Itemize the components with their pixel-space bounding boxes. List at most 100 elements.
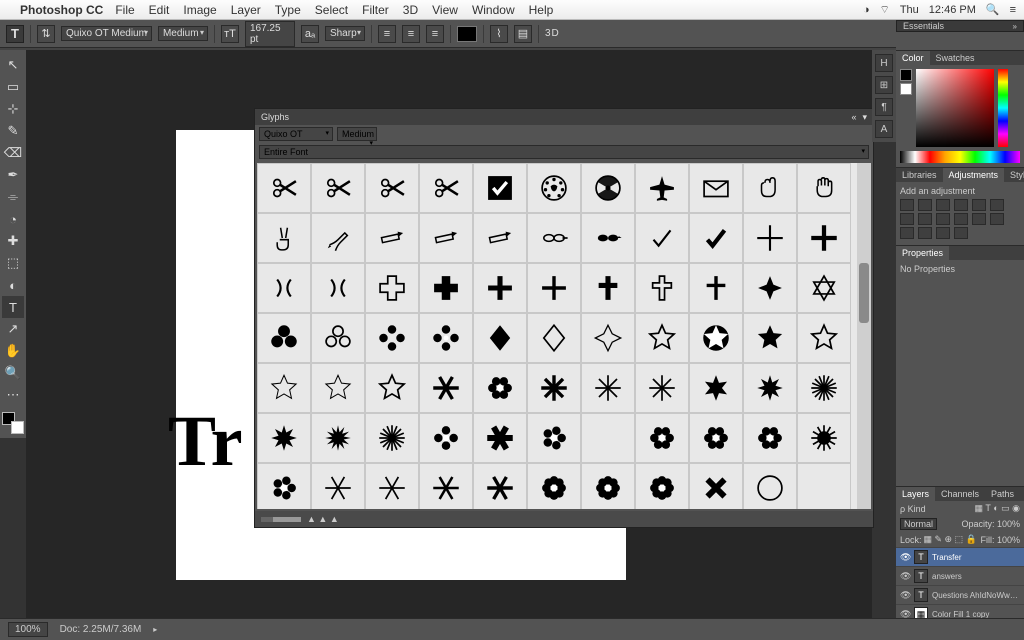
glyph-flower-8[interactable]: [527, 463, 581, 509]
visibility-icon[interactable]: 👁: [900, 571, 910, 582]
glyphs-category-dropdown[interactable]: Entire Font: [259, 145, 869, 159]
glyph-x-heavy[interactable]: [689, 463, 743, 509]
tool-14[interactable]: 🔍: [2, 362, 24, 384]
menu-layer[interactable]: Layer: [231, 3, 261, 17]
search-icon[interactable]: 🔍: [986, 3, 1000, 16]
tab-channels[interactable]: Channels: [935, 487, 985, 501]
app-name[interactable]: Photoshop CC: [20, 3, 103, 17]
tool-8[interactable]: ✚: [2, 230, 24, 252]
tab-layers[interactable]: Layers: [896, 487, 935, 501]
glyph-star-5-outline[interactable]: [635, 313, 689, 363]
glyph-star-5-solid[interactable]: [743, 313, 797, 363]
glyph-star-5-lined-2[interactable]: [311, 363, 365, 413]
glyph-cross-thin[interactable]: [473, 263, 527, 313]
glyph-radiation[interactable]: [581, 163, 635, 213]
tool-13[interactable]: ✋: [2, 340, 24, 362]
layer-row[interactable]: 👁TQuestions AhIdNoWwITh ✪: [896, 585, 1024, 604]
glyph-scissors-solid-2[interactable]: [365, 163, 419, 213]
glyph-club-3[interactable]: [257, 313, 311, 363]
char-panel-icon[interactable]: ▤: [514, 25, 532, 43]
glyph-scissors-dashed[interactable]: [419, 163, 473, 213]
menu-help[interactable]: Help: [529, 3, 554, 17]
glyph-flower-8-round[interactable]: [635, 463, 689, 509]
glyph-club-3-outline[interactable]: [311, 313, 365, 363]
font-toggle-icon[interactable]: ⇅: [37, 25, 55, 43]
menu-filter[interactable]: Filter: [362, 3, 389, 17]
color-ramp[interactable]: [900, 151, 1020, 163]
tool-7[interactable]: ◔: [2, 208, 24, 230]
tool-9[interactable]: ⬚: [2, 252, 24, 274]
glyph-star-of-david[interactable]: [797, 263, 851, 313]
tab-libraries[interactable]: Libraries: [896, 168, 943, 182]
visibility-icon[interactable]: 👁: [900, 552, 910, 563]
tool-10[interactable]: ◐: [2, 274, 24, 296]
glyph-flower-8-solid[interactable]: [581, 463, 635, 509]
glyph-snowflake-2[interactable]: [365, 463, 419, 509]
glyph-diamond-solid[interactable]: [473, 313, 527, 363]
glyph-victory-hand[interactable]: [257, 213, 311, 263]
glyph-airplane[interactable]: [635, 163, 689, 213]
glyph-club-4[interactable]: [365, 313, 419, 363]
glyphs-scrollbar[interactable]: [857, 163, 871, 509]
text-3d-button[interactable]: 3D: [545, 28, 560, 39]
glyph-writing-hand[interactable]: [311, 213, 365, 263]
tool-preset-icon[interactable]: T: [6, 25, 24, 43]
menu-view[interactable]: View: [432, 3, 458, 17]
glyph-star-12[interactable]: [311, 413, 365, 463]
menu-edit[interactable]: Edit: [149, 3, 170, 17]
glyph-x-light[interactable]: [743, 213, 797, 263]
glyph-circle[interactable]: [743, 463, 797, 509]
tool-1[interactable]: ▭: [2, 76, 24, 98]
tool-3[interactable]: ✎: [2, 120, 24, 142]
glyph-scissors-outline[interactable]: [311, 163, 365, 213]
glyph-asterisk-6[interactable]: [419, 363, 473, 413]
glyph-flower-4[interactable]: [419, 413, 473, 463]
glyph-nib-outline[interactable]: [527, 213, 581, 263]
glyph-latin-cross-thin[interactable]: [689, 263, 743, 313]
glyph-pencil-flat[interactable]: [473, 213, 527, 263]
hue-slider[interactable]: [998, 69, 1008, 147]
glyphs-weight-dropdown[interactable]: Medium: [337, 127, 377, 141]
glyph-check-box[interactable]: [473, 163, 527, 213]
color-field[interactable]: [916, 69, 994, 147]
align-left-icon[interactable]: ≡: [378, 25, 396, 43]
canvas-text[interactable]: Tr: [168, 400, 243, 483]
menu-select[interactable]: Select: [315, 3, 348, 17]
glyph-maltese-cross[interactable]: [743, 263, 797, 313]
workspace-switcher[interactable]: Essentials: [896, 20, 1024, 32]
tool-4[interactable]: ⌫: [2, 142, 24, 164]
tool-0[interactable]: ↖: [2, 54, 24, 76]
align-center-icon[interactable]: ≡: [402, 25, 420, 43]
menu-3d[interactable]: 3D: [403, 3, 418, 17]
glyph-asterisk-3[interactable]: [419, 463, 473, 509]
tab-styles[interactable]: Styles: [1004, 168, 1024, 182]
layer-row[interactable]: 👁Tanswers: [896, 566, 1024, 585]
glyph-asterisk-8[interactable]: [527, 363, 581, 413]
glyph-asterisk-6-heavy[interactable]: [473, 463, 527, 509]
font-weight-dropdown[interactable]: Medium: [158, 26, 208, 41]
glyph-cross-outline[interactable]: [365, 263, 419, 313]
glyphs-zoom-slider[interactable]: [261, 517, 301, 522]
glyph-raised-fist[interactable]: [743, 163, 797, 213]
glyph-nib-solid[interactable]: [581, 213, 635, 263]
menu-type[interactable]: Type: [275, 3, 301, 17]
properties-tab[interactable]: Properties: [896, 246, 949, 260]
tool-2[interactable]: ⊹: [2, 98, 24, 120]
zoom-input[interactable]: 100%: [8, 622, 48, 637]
glyph-flower-bold[interactable]: [743, 413, 797, 463]
menu-file[interactable]: File: [115, 3, 134, 17]
tool-15[interactable]: ⋯: [2, 384, 24, 406]
glyphs-panel[interactable]: Glyphs « ▾ Quixo OT Medium Entire Font ▲…: [254, 108, 874, 528]
glyph-star-circle[interactable]: [689, 313, 743, 363]
warp-text-icon[interactable]: ⌇: [490, 25, 508, 43]
font-family-dropdown[interactable]: Quixo OT Medium: [61, 26, 152, 41]
glyph-cross-solid[interactable]: [419, 263, 473, 313]
mini-panel-0[interactable]: H: [875, 54, 893, 72]
glyph-pencil-right[interactable]: [419, 213, 473, 263]
glyph-cross-small[interactable]: [527, 263, 581, 313]
glyph-asterisk-flower[interactable]: [473, 363, 527, 413]
glyph-asterisk-8-thin[interactable]: [581, 363, 635, 413]
glyphs-collapse-icon[interactable]: «: [851, 112, 856, 122]
font-size-input[interactable]: 167.25 pt: [245, 21, 295, 47]
glyph-sparkle[interactable]: [581, 313, 635, 363]
